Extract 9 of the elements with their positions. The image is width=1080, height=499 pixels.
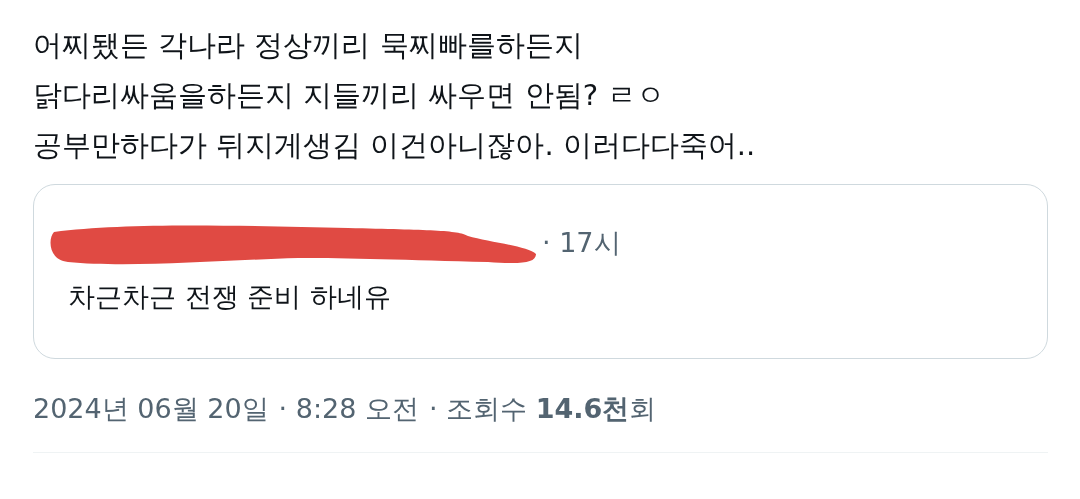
post-text-line: 닭다리싸움을하든지 지들끼리 싸우면 안됨? ㄹㅇ: [33, 77, 667, 114]
quote-card[interactable]: · 17시 차근차근 전쟁 준비 하네유: [33, 184, 1048, 359]
post-text-line: 공부만하다가 뒤지게생김 이건아니잖아. 이러다다죽어..: [33, 127, 757, 164]
quoted-post-text: 차근차근 전쟁 준비 하네유: [68, 280, 392, 314]
post-time: · 8:28 오전: [278, 392, 419, 426]
post-time: · 17시: [542, 225, 621, 260]
post-date: 2024년 06월 20일: [33, 392, 269, 426]
post-text-line: 어찌됐든 각나라 정상끼리 묵찌빠를하든지: [33, 27, 584, 64]
view-count: · 조회수 14.6천회: [429, 392, 657, 426]
